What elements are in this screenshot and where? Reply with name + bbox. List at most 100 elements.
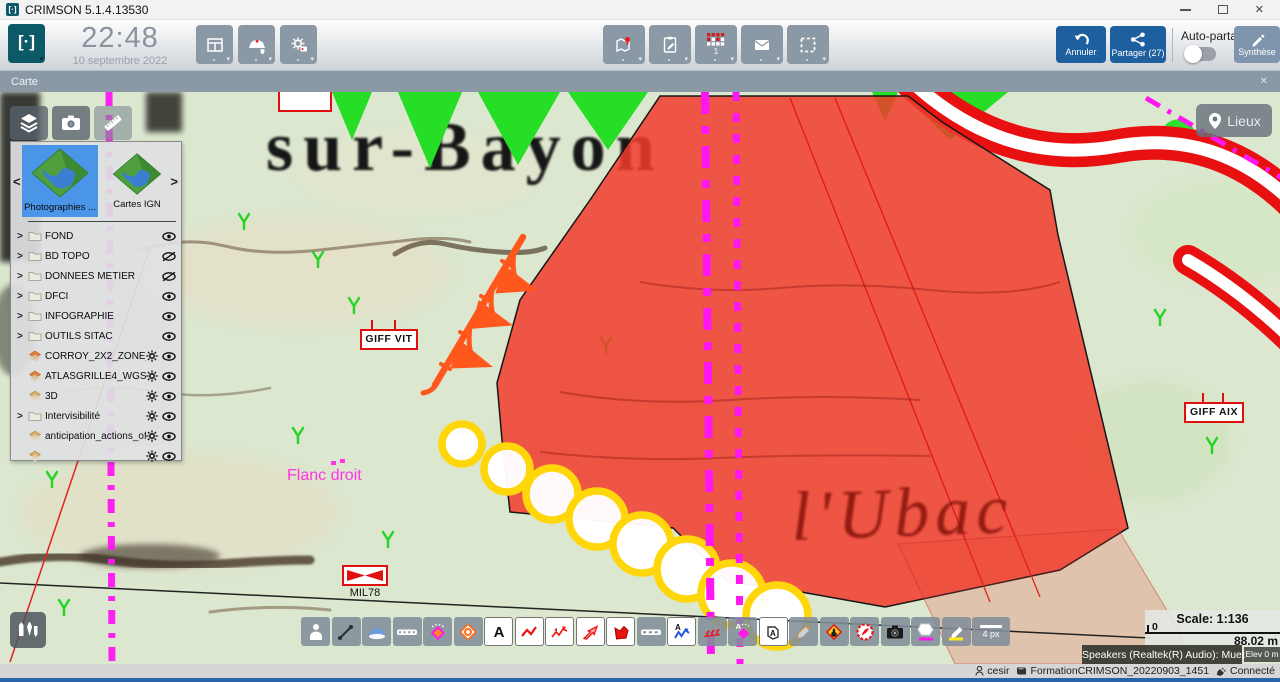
tree-row-fond[interactable]: > FOND: [11, 226, 181, 246]
tool-highlight-magenta[interactable]: [911, 617, 940, 646]
tool-polygon[interactable]: [606, 617, 635, 646]
eye-icon[interactable]: [162, 411, 176, 422]
expand-caret-icon[interactable]: >: [17, 251, 28, 262]
drawing-sets-button[interactable]: [10, 612, 46, 648]
tree-row-bdtopo[interactable]: > BD TOPO: [11, 246, 181, 266]
messages-button[interactable]: ▾: [741, 25, 783, 64]
tool-target[interactable]: [454, 617, 483, 646]
layers-button[interactable]: [10, 106, 48, 140]
selection-button[interactable]: ▾: [787, 25, 829, 64]
tree-row-dfci[interactable]: > DFCI: [11, 286, 181, 306]
tree-row-anticipation[interactable]: anticipation_actions_off: [11, 426, 181, 446]
tab-carte[interactable]: Carte: [0, 76, 38, 88]
tool-polyline-labeled[interactable]: A: [667, 617, 696, 646]
tool-polyline[interactable]: [515, 617, 544, 646]
gear-icon[interactable]: [146, 450, 158, 462]
tool-dome[interactable]: [362, 617, 391, 646]
tool-front-line[interactable]: [545, 617, 574, 646]
eye-icon[interactable]: [162, 391, 176, 402]
tab-close-icon[interactable]: ✕: [1260, 76, 1280, 87]
maximize-icon[interactable]: [1218, 5, 1228, 14]
tool-diamond-labeled[interactable]: A: [728, 617, 757, 646]
thumb-label: Cartes IGN: [113, 199, 161, 210]
layout-button[interactable]: ▾: [196, 25, 233, 64]
chevron-down-icon: ▾: [226, 56, 230, 63]
close-icon[interactable]: ✕: [1255, 5, 1264, 15]
folder-icon: [28, 230, 45, 242]
flanc-droit-label[interactable]: Flanc droit: [287, 467, 362, 485]
tree-row-infographie[interactable]: > INFOGRAPHIE: [11, 306, 181, 326]
expand-caret-icon[interactable]: >: [17, 331, 28, 342]
tool-arrow[interactable]: [576, 617, 605, 646]
auto-share-toggle[interactable]: [1186, 47, 1216, 61]
expand-caret-icon[interactable]: >: [17, 411, 28, 422]
carousel-next[interactable]: >: [170, 174, 178, 189]
gear-icon[interactable]: [146, 370, 158, 382]
eye-icon[interactable]: [162, 291, 176, 302]
tree-row-donnees-metier[interactable]: > DONNEES METIER: [11, 266, 181, 286]
tool-dashed-line-2[interactable]: [637, 617, 666, 646]
mil78-symbol[interactable]: [342, 565, 388, 586]
eye-off-icon[interactable]: [162, 271, 176, 282]
tool-freehand[interactable]: [789, 617, 818, 646]
tree-row-intervisibilite[interactable]: > Intervisibilité: [11, 406, 181, 426]
plug-icon: [1216, 666, 1227, 676]
minimize-icon[interactable]: [1180, 9, 1191, 11]
tool-text[interactable]: A: [484, 617, 513, 646]
expand-caret-icon[interactable]: >: [17, 311, 28, 322]
tool-segment[interactable]: [332, 617, 361, 646]
tool-highlight-yellow[interactable]: [942, 617, 971, 646]
map-places-button[interactable]: ▾: [603, 25, 645, 64]
report-button[interactable]: ▾: [649, 25, 691, 64]
gear-icon[interactable]: [146, 410, 158, 422]
eye-off-icon[interactable]: [162, 251, 176, 262]
tree-row-atlasgrille[interactable]: ATLASGRILLE4_WGS84: [11, 366, 181, 386]
gear-icon[interactable]: [146, 350, 158, 362]
settings-button[interactable]: ▾: [280, 25, 317, 64]
share-button[interactable]: Partager (27): [1110, 26, 1166, 63]
tree-row-corroy[interactable]: CORROY_2X2_ZONE_S...: [11, 346, 181, 366]
tool-person[interactable]: [301, 617, 330, 646]
giff-vit-label[interactable]: GIFF VIT: [360, 329, 418, 350]
eye-icon[interactable]: [162, 351, 176, 362]
map-viewport[interactable]: sur-Bayon l'Ubac: [0, 92, 1280, 664]
lieux-button[interactable]: Lieux: [1196, 104, 1272, 137]
tree-row-unnamed[interactable]: [11, 446, 181, 466]
measure-button[interactable]: [94, 106, 132, 140]
expand-caret-icon[interactable]: >: [17, 291, 28, 302]
tool-photo[interactable]: [881, 617, 910, 646]
tool-diamond-marker[interactable]: [423, 617, 452, 646]
eye-icon[interactable]: [162, 311, 176, 322]
tool-anticipation-marks[interactable]: [698, 617, 727, 646]
basemap-thumb-photos[interactable]: Photographies ...: [22, 145, 98, 217]
tool-stroke-width[interactable]: 4 px: [972, 617, 1010, 646]
eye-icon[interactable]: [162, 331, 176, 342]
basemap-thumb-ign[interactable]: Cartes IGN: [104, 150, 170, 214]
gear-icon[interactable]: [146, 430, 158, 442]
eye-icon[interactable]: [162, 231, 176, 242]
clipped-label-box: [278, 92, 332, 112]
app-menu-button[interactable]: [·]▾: [8, 24, 45, 63]
undo-button[interactable]: Annuler: [1056, 26, 1106, 63]
gear-icon[interactable]: [146, 390, 158, 402]
tool-fire-point[interactable]: [850, 617, 879, 646]
carousel-prev[interactable]: <: [13, 174, 21, 189]
title-bar: [·] CRIMSON 5.1.4.13530 ✕: [0, 0, 1280, 20]
eye-icon[interactable]: [162, 451, 176, 462]
resources-button[interactable]: ▾: [238, 25, 275, 64]
eye-icon[interactable]: [162, 431, 176, 442]
tool-dashed-line[interactable]: [393, 617, 422, 646]
synthesis-button[interactable]: Synthèse: [1234, 26, 1280, 63]
tree-row-3d[interactable]: 3D: [11, 386, 181, 406]
grid-atlas-button[interactable]: 1 ▾: [695, 25, 737, 64]
screenshot-button[interactable]: [52, 106, 90, 140]
expand-caret-icon[interactable]: >: [17, 231, 28, 242]
eye-icon[interactable]: [162, 371, 176, 382]
tool-polygon-labeled[interactable]: A: [759, 617, 788, 646]
giff-aix-label[interactable]: GIFF AIX: [1184, 402, 1244, 423]
tool-fire-hazard[interactable]: [820, 617, 849, 646]
layer-diamond-icon: [28, 450, 45, 462]
map-canvas: sur-Bayon l'Ubac: [0, 92, 1280, 664]
tree-row-outils-sitac[interactable]: > OUTILS SITAC: [11, 326, 181, 346]
expand-caret-icon[interactable]: >: [17, 271, 28, 282]
